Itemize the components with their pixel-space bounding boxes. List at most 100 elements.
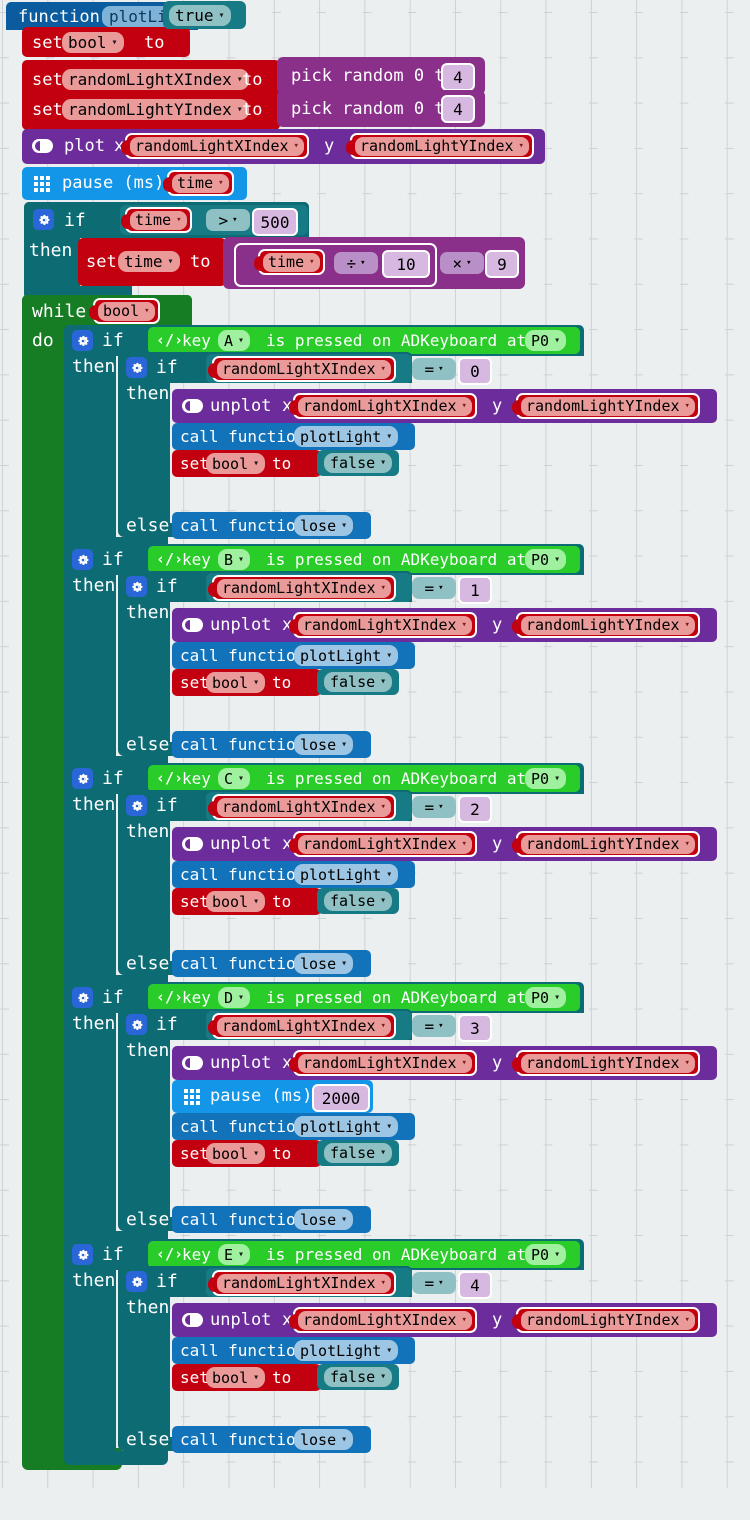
key-d-call-plotlight-block[interactable]: call function plotLight ▾ bbox=[172, 1113, 415, 1140]
key-c-unplot-y-variable-dropdown[interactable]: randomLightYIndex ▾ bbox=[521, 834, 695, 854]
key-a-unplot-x-variable[interactable]: randomLightXIndex ▾ bbox=[289, 393, 477, 419]
boolean-true-reporter[interactable]: true ▾ bbox=[163, 1, 246, 29]
pick-random-y-max[interactable]: 4 bbox=[441, 95, 475, 123]
key-d-unplot-y-variable-dropdown[interactable]: randomLightYIndex ▾ bbox=[521, 1053, 695, 1073]
boolean-true-dropdown[interactable]: true ▾ bbox=[169, 5, 231, 26]
key-c-set-bool-false-block[interactable]: set bool ▾ to bbox=[172, 888, 321, 915]
key-d-unplot-y-variable[interactable]: randomLightYIndex ▾ bbox=[512, 1050, 700, 1076]
gear-icon-inner-key-a[interactable] bbox=[126, 357, 147, 378]
key-d-set-bool-false-block[interactable]: set bool ▾ to bbox=[172, 1140, 321, 1167]
key-b-key-pressed-block[interactable]: ‹/› key B ▾ is pressed on ADKeyboard at pin P… bbox=[148, 546, 580, 573]
key-d-compare-left-dropdown[interactable]: randomLightXIndex ▾ bbox=[217, 1016, 391, 1036]
key-d-unplot-x-variable[interactable]: randomLightXIndex ▾ bbox=[289, 1050, 477, 1076]
key-d-call-lose-name-dropdown[interactable]: lose ▾ bbox=[294, 1209, 354, 1230]
key-d-inner-if-header[interactable]: if bbox=[118, 1009, 208, 1040]
gear-icon-inner-key-d[interactable] bbox=[126, 1014, 147, 1035]
key-e-key-dropdown[interactable]: E ▾ bbox=[218, 1244, 251, 1265]
key-a-boolean-false-dropdown[interactable]: false ▾ bbox=[324, 453, 393, 473]
key-a-compare-left-dropdown[interactable]: randomLightXIndex ▾ bbox=[217, 359, 391, 379]
key-e-set-bool-false-block[interactable]: set bool ▾ to bbox=[172, 1364, 321, 1391]
key-e-unplot-x-variable-dropdown[interactable]: randomLightXIndex ▾ bbox=[298, 1310, 472, 1330]
key-d-boolean-false-reporter[interactable]: false ▾ bbox=[317, 1140, 399, 1166]
key-a-key-pressed-block[interactable]: ‹/› key A ▾ is pressed on ADKeyboard at pin P… bbox=[148, 327, 580, 354]
pick-random-x-max[interactable]: 4 bbox=[441, 63, 475, 91]
key-d-set-bool-dropdown[interactable]: bool ▾ bbox=[206, 1143, 266, 1164]
pick-random-y-block[interactable]: pick random 0 to 4 bbox=[277, 90, 485, 127]
key-a-call-plotlight-block[interactable]: call function plotLight ▾ bbox=[172, 423, 415, 450]
plot-x-variable[interactable]: randomLightXIndex ▾ bbox=[121, 133, 309, 159]
key-a-set-bool-false-block[interactable]: set bool ▾ to bbox=[172, 450, 321, 477]
gear-icon-inner-key-b[interactable] bbox=[126, 576, 147, 597]
time-math-left[interactable]: time ▾ bbox=[254, 249, 325, 275]
time-math-op1[interactable]: ÷ ▾ bbox=[334, 252, 378, 274]
variable-y-dropdown[interactable]: randomLightYIndex ▾ bbox=[62, 99, 249, 120]
key-a-pin-dropdown[interactable]: P0 ▾ bbox=[525, 330, 567, 351]
key-b-unplot-x-variable[interactable]: randomLightXIndex ▾ bbox=[289, 612, 477, 638]
key-e-boolean-false-reporter[interactable]: false ▾ bbox=[317, 1364, 399, 1390]
variable-x-dropdown[interactable]: randomLightXIndex ▾ bbox=[62, 69, 249, 90]
key-c-unplot-y-variable[interactable]: randomLightYIndex ▾ bbox=[512, 831, 700, 857]
key-c-unplot-x-variable-dropdown[interactable]: randomLightXIndex ▾ bbox=[298, 834, 472, 854]
key-e-pin-dropdown[interactable]: P0 ▾ bbox=[525, 1244, 567, 1265]
key-e-set-bool-dropdown[interactable]: bool ▾ bbox=[206, 1367, 266, 1388]
key-e-compare-right[interactable]: 4 bbox=[458, 1271, 492, 1299]
key-e-call-lose-block[interactable]: call function lose ▾ bbox=[172, 1426, 371, 1453]
key-e-inner-if-header[interactable]: if bbox=[118, 1266, 208, 1297]
key-b-call-lose-block[interactable]: call function lose ▾ bbox=[172, 731, 371, 758]
key-e-call-plotlight-block[interactable]: call function plotLight ▾ bbox=[172, 1337, 415, 1364]
set-bool-true-block[interactable]: set bool ▾ to bbox=[22, 27, 190, 57]
key-b-compare-left[interactable]: randomLightXIndex ▾ bbox=[208, 575, 396, 601]
key-d-unplot-x-variable-dropdown[interactable]: randomLightXIndex ▾ bbox=[298, 1053, 472, 1073]
variable-bool-dropdown[interactable]: bool ▾ bbox=[62, 32, 124, 53]
key-e-compare-left-dropdown[interactable]: randomLightXIndex ▾ bbox=[217, 1273, 391, 1293]
key-d-pause-value[interactable]: 2000 bbox=[312, 1084, 370, 1112]
gear-icon-if-time[interactable] bbox=[33, 209, 54, 230]
key-c-boolean-false-dropdown[interactable]: false ▾ bbox=[324, 891, 393, 911]
gear-icon-key-e[interactable] bbox=[72, 1244, 93, 1265]
key-c-boolean-false-reporter[interactable]: false ▾ bbox=[317, 888, 399, 914]
time-compare-operator[interactable]: > ▾ bbox=[206, 209, 250, 231]
key-a-key-dropdown[interactable]: A ▾ bbox=[218, 330, 251, 351]
key-b-set-bool-dropdown[interactable]: bool ▾ bbox=[206, 672, 266, 693]
key-b-call-plotlight-block[interactable]: call function plotLight ▾ bbox=[172, 642, 415, 669]
key-a-set-bool-dropdown[interactable]: bool ▾ bbox=[206, 453, 266, 474]
key-b-compare-left-dropdown[interactable]: randomLightXIndex ▾ bbox=[217, 578, 391, 598]
key-b-set-bool-false-block[interactable]: set bool ▾ to bbox=[172, 669, 321, 696]
key-c-call-plotlight-block[interactable]: call function plotLight ▾ bbox=[172, 861, 415, 888]
key-c-compare-left-dropdown[interactable]: randomLightXIndex ▾ bbox=[217, 797, 391, 817]
plot-y-variable[interactable]: randomLightYIndex ▾ bbox=[346, 133, 534, 159]
key-b-call-lose-name-dropdown[interactable]: lose ▾ bbox=[294, 734, 354, 755]
key-a-compare-right[interactable]: 0 bbox=[458, 357, 492, 385]
plot-x-variable-dropdown[interactable]: randomLightXIndex ▾ bbox=[130, 136, 304, 156]
key-b-boolean-false-reporter[interactable]: false ▾ bbox=[317, 669, 399, 695]
key-b-inner-if-header[interactable]: if bbox=[118, 571, 208, 602]
key-d-key-pressed-block[interactable]: ‹/› key D ▾ is pressed on ADKeyboard at pin P… bbox=[148, 984, 580, 1011]
key-e-call-plot-name-dropdown[interactable]: plotLight ▾ bbox=[294, 1340, 399, 1361]
key-d-boolean-false-dropdown[interactable]: false ▾ bbox=[324, 1143, 393, 1163]
time-math-right[interactable]: 9 bbox=[485, 250, 519, 278]
key-a-call-plot-name-dropdown[interactable]: plotLight ▾ bbox=[294, 426, 399, 447]
key-b-call-plot-name-dropdown[interactable]: plotLight ▾ bbox=[294, 645, 399, 666]
key-b-compare-operator[interactable]: = ▾ bbox=[412, 577, 456, 599]
pause-time-variable[interactable]: time ▾ bbox=[163, 170, 234, 196]
key-d-compare-operator[interactable]: = ▾ bbox=[412, 1015, 456, 1037]
key-d-key-dropdown[interactable]: D ▾ bbox=[218, 987, 251, 1008]
key-a-compare-operator[interactable]: = ▾ bbox=[412, 358, 456, 380]
key-c-pin-dropdown[interactable]: P0 ▾ bbox=[525, 768, 567, 789]
gear-icon-inner-key-c[interactable] bbox=[126, 795, 147, 816]
key-e-unplot-x-variable[interactable]: randomLightXIndex ▾ bbox=[289, 1307, 477, 1333]
key-b-compare-right[interactable]: 1 bbox=[458, 576, 492, 604]
gear-icon-key-c[interactable] bbox=[72, 768, 93, 789]
key-d-pin-dropdown[interactable]: P0 ▾ bbox=[525, 987, 567, 1008]
key-c-compare-right[interactable]: 2 bbox=[458, 795, 492, 823]
key-a-inner-if-header[interactable]: if bbox=[118, 352, 208, 383]
key-a-compare-left[interactable]: randomLightXIndex ▾ bbox=[208, 356, 396, 382]
time-math-mid[interactable]: 10 bbox=[382, 250, 430, 278]
key-c-call-lose-block[interactable]: call function lose ▾ bbox=[172, 950, 371, 977]
set-time-block[interactable]: set time ▾ to bbox=[78, 238, 226, 286]
key-d-compare-left[interactable]: randomLightXIndex ▾ bbox=[208, 1013, 396, 1039]
key-e-unplot-y-variable[interactable]: randomLightYIndex ▾ bbox=[512, 1307, 700, 1333]
key-b-unplot-y-variable[interactable]: randomLightYIndex ▾ bbox=[512, 612, 700, 638]
key-a-unplot-x-variable-dropdown[interactable]: randomLightXIndex ▾ bbox=[298, 396, 472, 416]
key-c-inner-if-header[interactable]: if bbox=[118, 790, 208, 821]
